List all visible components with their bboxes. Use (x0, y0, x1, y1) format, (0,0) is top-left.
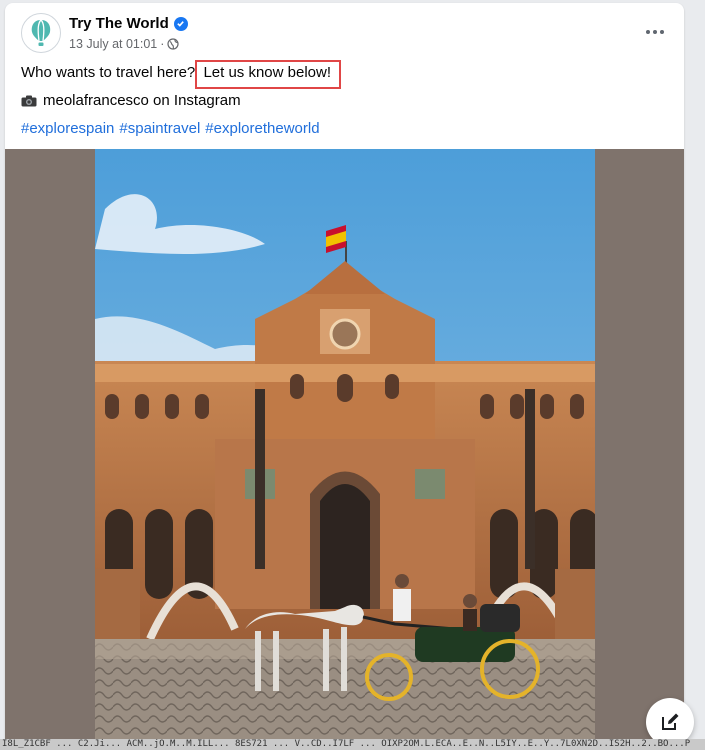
caption-question: Who wants to travel here? (21, 64, 196, 81)
globe-icon (167, 38, 180, 50)
page-name[interactable]: Try The World (69, 15, 188, 32)
dot-icon (660, 30, 664, 34)
post-photo[interactable] (95, 149, 595, 750)
post-header: Try The World 13 July at 01:01 · (5, 3, 684, 59)
hashtags: #explorespain #spaintravel #explorethewo… (21, 120, 320, 137)
hashtag-link[interactable]: #explorespain (21, 120, 114, 137)
post-caption: Who wants to travel here? Let us know be… (21, 60, 342, 89)
hashtag-link[interactable]: #spaintravel (119, 120, 200, 137)
post-meta: 13 July at 01:01 · (69, 37, 180, 51)
more-options-button[interactable] (642, 19, 668, 45)
page-name-label[interactable]: Try The World (69, 15, 169, 32)
photo-credit: meolafrancesco on Instagram (21, 92, 241, 109)
dot-icon (646, 30, 650, 34)
verified-badge-icon (173, 16, 188, 31)
post-timestamp[interactable]: 13 July at 01:01 (69, 37, 157, 51)
meta-separator: · (160, 37, 165, 51)
post-card: Try The World 13 July at 01:01 · Who wan… (5, 3, 684, 750)
page-avatar[interactable] (21, 13, 61, 53)
plaza-de-espana-photo (95, 149, 595, 750)
dot-icon (653, 30, 657, 34)
hashtag-link[interactable]: #exploretheworld (205, 120, 319, 137)
photo-credit-text: meolafrancesco on Instagram (43, 92, 241, 109)
camera-icon (21, 95, 37, 106)
footer-strip: I8L_Z1CBF ... C2.Ji... ACM..jO.M..M.ILL.… (0, 739, 705, 750)
compose-icon (662, 713, 679, 730)
post-media[interactable] (5, 149, 684, 750)
caption-highlighted-phrase: Let us know below! (195, 60, 342, 89)
hot-air-balloon-logo-icon (23, 15, 59, 51)
